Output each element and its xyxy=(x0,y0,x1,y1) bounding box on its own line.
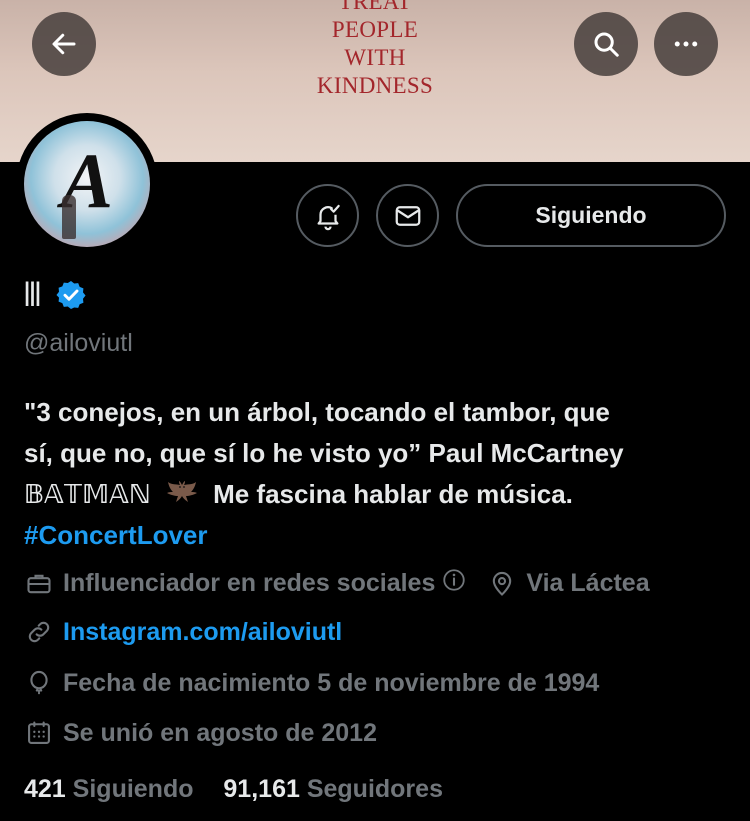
info-icon[interactable] xyxy=(441,567,467,600)
followers-label: Seguidores xyxy=(306,775,443,803)
location-pin-icon xyxy=(487,569,517,599)
more-button[interactable] xyxy=(654,12,718,76)
back-arrow-icon xyxy=(52,33,76,55)
bell-check-icon xyxy=(317,204,340,230)
display-name: 𝍫 xyxy=(24,275,41,315)
bio-line: "3 conejos, en un árbol, tocando el tamb… xyxy=(24,397,610,427)
following-stat[interactable]: 421 Siguiendo xyxy=(24,775,200,803)
bio-line-text: Me fascina hablar de música. xyxy=(213,479,573,509)
banner-line: KINDNESS xyxy=(316,73,434,98)
profile-meta-website-row: Instagram.com/ailoviutl xyxy=(24,617,342,647)
following-count: 421 xyxy=(24,775,66,803)
balloon-icon xyxy=(24,668,54,698)
profile-meta-birthday-row: Fecha de nacimiento 5 de noviembre de 19… xyxy=(24,668,599,698)
back-button[interactable] xyxy=(32,12,96,76)
message-button[interactable] xyxy=(376,184,439,247)
briefcase-icon xyxy=(24,569,54,599)
avatar-hand-shape xyxy=(62,195,76,239)
verified-badge-icon[interactable] xyxy=(55,279,87,311)
profile-birthday: Fecha de nacimiento 5 de noviembre de 19… xyxy=(63,668,600,697)
bio-hashtag-link[interactable]: #ConcertLover xyxy=(24,515,734,556)
display-name-row: 𝍫 xyxy=(24,278,87,312)
followers-count: 91,161 xyxy=(223,775,300,803)
more-icon xyxy=(674,41,698,47)
profile-bio: "3 conejos, en un árbol, tocando el tamb… xyxy=(24,392,734,556)
profile-website-link[interactable]: Instagram.com/ailoviutl xyxy=(63,618,342,647)
search-button[interactable] xyxy=(574,12,638,76)
profile-joined: Se unió en agosto de 2012 xyxy=(63,718,377,747)
link-icon xyxy=(24,617,54,647)
banner-line: TREAT xyxy=(338,0,412,14)
follow-stats: 421 Siguiendo 91,161 Seguidores xyxy=(24,775,443,804)
profile-category: Influenciador en redes sociales xyxy=(63,569,436,597)
following-button[interactable]: Siguiendo xyxy=(456,184,726,247)
profile-meta-joined-row: Se unió en agosto de 2012 xyxy=(24,718,377,748)
bio-line: sí, que no, que sí lo he visto yo” Paul … xyxy=(24,438,624,468)
notifications-button[interactable] xyxy=(296,184,359,247)
avatar[interactable]: A xyxy=(24,121,150,247)
following-button-label: Siguiendo xyxy=(535,202,647,228)
search-icon xyxy=(594,32,619,57)
avatar-frame[interactable]: A xyxy=(16,113,158,255)
calendar-icon xyxy=(24,718,54,748)
followers-stat[interactable]: 91,161 Seguidores xyxy=(223,775,443,803)
profile-handle: @ailoviutl xyxy=(24,329,133,357)
bio-line: 𝔹𝔸𝕋𝕄𝔸ℕ Me fascina hablar de música. xyxy=(24,474,734,515)
following-label: Siguiendo xyxy=(72,775,194,803)
bat-icon xyxy=(166,481,197,502)
banner-text: TREAT PEOPLE WITH KINDNESS xyxy=(0,0,750,100)
profile-meta-category-row: Influenciador en redes sociales Via Láct… xyxy=(24,567,650,600)
profile-location: Via Láctea xyxy=(526,569,650,597)
envelope-icon xyxy=(395,205,420,226)
bio-batman-text: 𝔹𝔸𝕋𝕄𝔸ℕ xyxy=(24,479,151,509)
